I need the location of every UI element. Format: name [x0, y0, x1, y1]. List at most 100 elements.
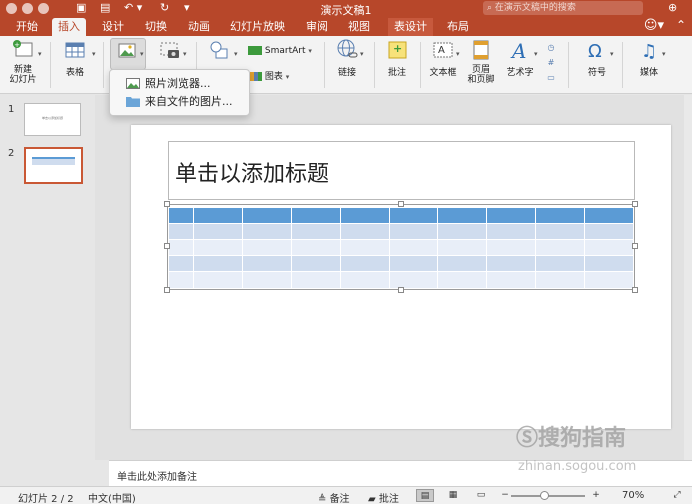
table-caret-icon[interactable]: ▾	[92, 50, 96, 58]
feedback-smiley-icon[interactable]: ☺▾	[644, 18, 664, 33]
symbol-caret-icon[interactable]: ▾	[610, 50, 614, 58]
table-cell[interactable]	[291, 208, 341, 224]
menu-item-photo-browser[interactable]: 照片浏览器...	[110, 75, 249, 93]
table-cell[interactable]	[486, 223, 537, 240]
new-slide-caret-icon[interactable]: ▾	[38, 50, 42, 58]
table-cell[interactable]	[584, 271, 634, 289]
table-cell[interactable]	[193, 271, 243, 289]
smartart-button[interactable]: SmartArt ▾	[248, 46, 312, 56]
table-cell[interactable]	[340, 271, 390, 289]
table-cell[interactable]	[340, 239, 390, 257]
zoom-in-button[interactable]: +	[587, 489, 605, 502]
link-caret-icon[interactable]: ▾	[360, 50, 364, 58]
table-cell[interactable]	[291, 255, 341, 273]
table-cell[interactable]	[242, 223, 292, 240]
textbox-button[interactable]: A 文本框	[426, 38, 460, 78]
media-button[interactable]: ♫ 媒体	[632, 38, 666, 78]
language[interactable]: 中文(中国)	[88, 490, 136, 504]
table-cell[interactable]	[340, 255, 390, 273]
normal-view-button[interactable]: ▤	[416, 489, 434, 502]
resize-handle[interactable]	[632, 201, 638, 207]
table-cell[interactable]	[291, 239, 341, 257]
resize-handle[interactable]	[398, 201, 404, 207]
table-cell[interactable]	[169, 223, 194, 240]
resize-handle[interactable]	[632, 243, 638, 249]
symbol-button[interactable]: Ω 符号	[580, 38, 614, 78]
slide-sorter-button[interactable]: ▦	[444, 489, 462, 502]
wordart-button[interactable]: A 艺术字	[502, 38, 538, 78]
date-time-icon[interactable]: ◷	[544, 40, 558, 55]
table-cell[interactable]	[584, 223, 634, 240]
table-cell[interactable]	[340, 208, 390, 224]
comment-button[interactable]: + 批注	[380, 38, 414, 78]
share-icon[interactable]: ⊕	[668, 1, 677, 14]
reading-view-button[interactable]: ▭	[472, 489, 490, 502]
resize-handle[interactable]	[398, 287, 404, 293]
object-icon[interactable]: ▭	[544, 70, 558, 85]
chart-button[interactable]: 图表 ▾	[250, 69, 289, 82]
table-cell[interactable]	[242, 208, 292, 224]
fit-to-window-button[interactable]: ⤢	[668, 489, 686, 502]
table-cell[interactable]	[389, 223, 439, 240]
slide-thumbnail-2[interactable]	[24, 147, 83, 184]
screenshot-caret-icon[interactable]: ▾	[183, 50, 187, 58]
vertical-scrollbar[interactable]	[684, 95, 692, 460]
table-cell[interactable]	[169, 271, 194, 289]
table-cell[interactable]	[437, 255, 488, 273]
table-cell[interactable]	[584, 255, 634, 273]
collapse-ribbon-icon[interactable]: ⌃	[676, 18, 686, 32]
table-cell[interactable]	[535, 208, 586, 224]
table-cell[interactable]	[242, 255, 292, 273]
table-cell[interactable]	[486, 239, 537, 257]
table-cell[interactable]	[193, 239, 243, 257]
table-cell[interactable]	[584, 239, 634, 257]
tab-view[interactable]: 视图	[342, 18, 376, 36]
title-placeholder[interactable]: 单击以添加标题	[168, 141, 635, 200]
table-cell[interactable]	[486, 255, 537, 273]
table-cell[interactable]	[169, 255, 194, 273]
wordart-caret-icon[interactable]: ▾	[534, 50, 538, 58]
table-cell[interactable]	[169, 239, 194, 257]
table-cell[interactable]	[389, 255, 439, 273]
table-cell[interactable]	[242, 239, 292, 257]
menu-item-picture-from-file[interactable]: 来自文件的图片...	[110, 93, 249, 111]
link-button[interactable]: 链接	[330, 38, 364, 78]
table-cell[interactable]	[535, 239, 586, 257]
comments-toggle[interactable]: ▰ 批注	[368, 490, 399, 504]
table-cell[interactable]	[193, 255, 243, 273]
table-cell[interactable]	[437, 208, 488, 224]
tab-transitions[interactable]: 切换	[139, 18, 173, 36]
picture-caret-icon[interactable]: ▾	[140, 50, 144, 58]
table-cell[interactable]	[193, 208, 243, 224]
table-cell[interactable]	[389, 271, 439, 289]
table-cell[interactable]	[535, 223, 586, 240]
table-cell[interactable]	[437, 271, 488, 289]
media-caret-icon[interactable]: ▾	[662, 50, 666, 58]
tab-table-design[interactable]: 表设计	[388, 18, 433, 36]
table-cell[interactable]	[193, 223, 243, 240]
table-cell[interactable]	[169, 208, 194, 224]
zoom-level[interactable]: 70%	[622, 490, 644, 501]
slide-number-icon[interactable]: #	[544, 55, 558, 70]
slide-table[interactable]	[169, 208, 634, 289]
table-cell[interactable]	[242, 271, 292, 289]
tab-layout[interactable]: 布局	[441, 18, 475, 36]
table-cell[interactable]	[486, 208, 537, 224]
tab-home[interactable]: 开始	[10, 18, 44, 36]
table-cell[interactable]	[437, 239, 488, 257]
resize-handle[interactable]	[164, 201, 170, 207]
table-cell[interactable]	[486, 271, 537, 289]
header-footer-button[interactable]: 页眉 和页脚	[464, 38, 498, 85]
table-cell[interactable]	[535, 271, 586, 289]
table-cell[interactable]	[291, 271, 341, 289]
table-cell[interactable]	[437, 223, 488, 240]
resize-handle[interactable]	[164, 243, 170, 249]
resize-handle[interactable]	[632, 287, 638, 293]
table-cell[interactable]	[584, 208, 634, 224]
table-selection-frame[interactable]	[164, 201, 638, 293]
shapes-button[interactable]	[202, 38, 236, 65]
table-cell[interactable]	[389, 239, 439, 257]
table-cell[interactable]	[389, 208, 439, 224]
shapes-caret-icon[interactable]: ▾	[234, 50, 238, 58]
new-slide-button[interactable]: + 新建 幻灯片	[6, 38, 40, 85]
